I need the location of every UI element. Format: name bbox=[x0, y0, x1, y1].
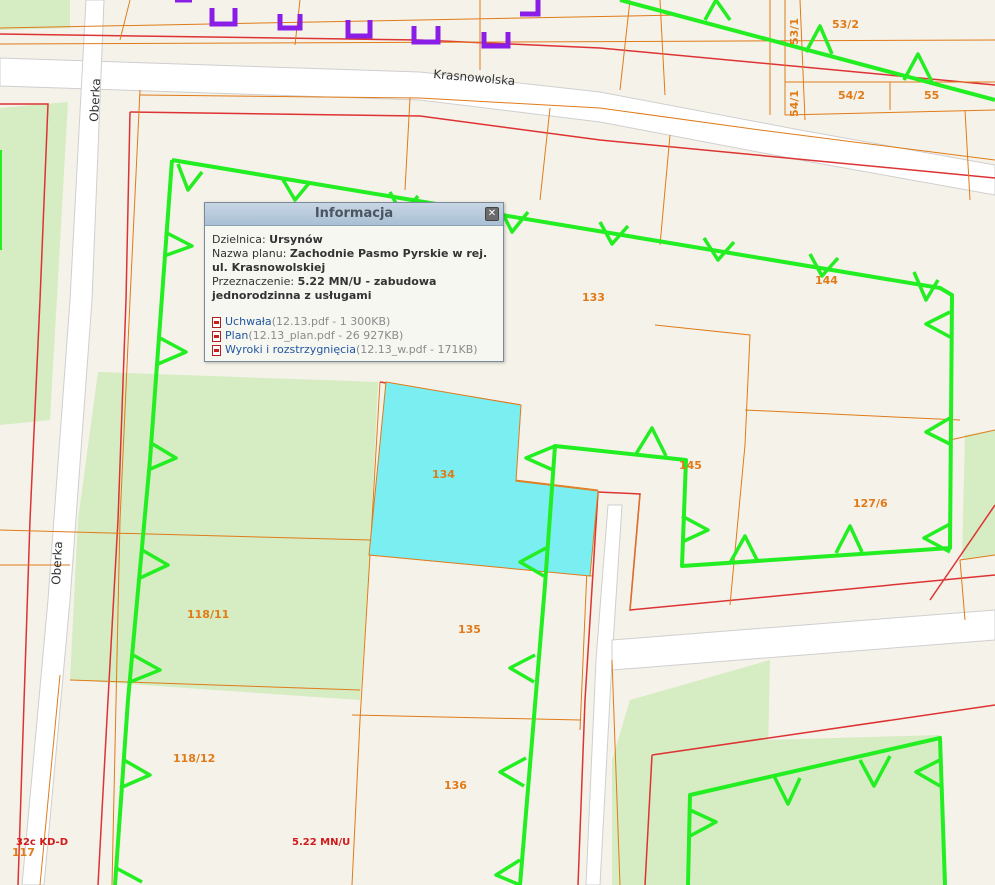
rulings-link[interactable]: Wyroki i rozstrzygnięcia bbox=[225, 343, 356, 357]
parcel-label: 135 bbox=[458, 623, 481, 636]
parcel-label: 127/6 bbox=[853, 497, 888, 510]
parcel-label: 134 bbox=[432, 468, 455, 481]
document-link-row: Plan (12.13_plan.pdf - 26 927KB) bbox=[212, 329, 496, 343]
street-label-oberka-top: Oberka bbox=[87, 78, 103, 122]
document-link-row: Wyroki i rozstrzygnięcia (12.13_w.pdf - … bbox=[212, 343, 496, 357]
district-row: Dzielnica: Ursynów bbox=[212, 233, 496, 247]
pdf-icon bbox=[212, 316, 221, 328]
district-label: Dzielnica: bbox=[212, 233, 266, 246]
parcel-label: 53/1 bbox=[788, 18, 801, 45]
parcel-label: 54/1 bbox=[788, 90, 801, 117]
parcel-134-highlight[interactable] bbox=[368, 381, 599, 577]
pdf-icon bbox=[212, 330, 221, 342]
pdf-icon bbox=[212, 344, 221, 356]
parcel-label: 118/11 bbox=[187, 608, 229, 621]
parcel-label: 144 bbox=[815, 274, 838, 287]
plan-name-row: Nazwa planu: Zachodnie Pasmo Pyrskie w r… bbox=[212, 247, 496, 275]
parcel-label: 55 bbox=[924, 89, 939, 102]
info-popup: Informacja ✕ Dzielnica: Ursynów Nazwa pl… bbox=[204, 202, 504, 362]
purpose-row: Przeznaczenie: 5.22 MN/U - zabudowa jedn… bbox=[212, 275, 496, 303]
parcel-label: 54/2 bbox=[838, 89, 865, 102]
document-meta: (12.13_plan.pdf - 26 927KB) bbox=[248, 329, 404, 342]
parcel-label: 136 bbox=[444, 779, 467, 792]
document-links: Uchwała (12.13.pdf - 1 300KB) Plan (12.1… bbox=[212, 315, 496, 357]
street-label-oberka-bottom: Oberka bbox=[49, 541, 65, 585]
popup-title: Informacja bbox=[314, 206, 394, 221]
district-value: Ursynów bbox=[269, 233, 323, 246]
map-canvas[interactable]: Krasnowolska Oberka Oberka 53/1 53/2 54/… bbox=[0, 0, 995, 885]
popup-body: Dzielnica: Ursynów Nazwa planu: Zachodni… bbox=[205, 226, 503, 361]
document-link-row: Uchwała (12.13.pdf - 1 300KB) bbox=[212, 315, 496, 329]
close-icon[interactable]: ✕ bbox=[485, 207, 499, 221]
uchwala-link[interactable]: Uchwała bbox=[225, 315, 272, 329]
plan-label-mnu: 5.22 MN/U bbox=[292, 837, 350, 848]
parcel-label: 53/2 bbox=[832, 18, 859, 31]
popup-header: Informacja ✕ bbox=[205, 203, 503, 226]
document-meta: (12.13.pdf - 1 300KB) bbox=[271, 315, 391, 328]
purpose-label: Przeznaczenie: bbox=[212, 275, 295, 288]
parcel-label: 118/12 bbox=[173, 752, 215, 765]
parcel-label: 145 bbox=[679, 459, 702, 472]
plan-label-kd: 32c KD-D bbox=[16, 837, 68, 848]
document-meta: (12.13_w.pdf - 171KB) bbox=[355, 343, 478, 356]
parcel-label: 133 bbox=[582, 291, 605, 304]
plan-name-label: Nazwa planu: bbox=[212, 247, 287, 260]
plan-link[interactable]: Plan bbox=[225, 329, 248, 343]
